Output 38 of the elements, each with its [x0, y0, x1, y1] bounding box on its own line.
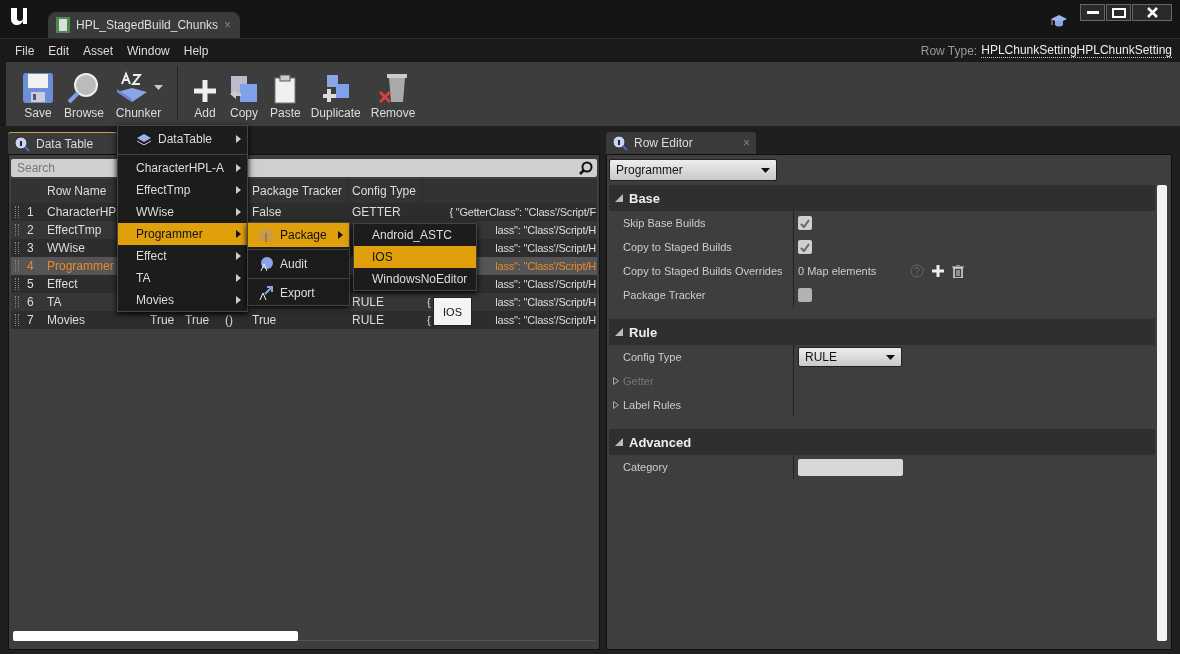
table-cell-text: lass": "Class'/Script/H: [494, 242, 596, 254]
table-cell-text: lass": "Class'/Script/H: [494, 260, 596, 272]
table-cell-text: lass": "Class'/Script/H: [494, 314, 596, 326]
table-cell: {: [427, 296, 431, 308]
table-cell-text: lass": "Class'/Script/H: [494, 224, 596, 236]
row-number: 7: [26, 313, 35, 327]
row-number: 5: [26, 277, 35, 291]
row-number: 3: [26, 241, 35, 255]
table-cell-text: RULE: [351, 295, 385, 309]
row-number: 1: [26, 205, 35, 219]
property-label: Copy to Staged Builds: [622, 241, 733, 253]
map-count: 0 Map elements: [798, 265, 878, 277]
table-cell-text: True: [149, 313, 176, 327]
property-label: Copy to Staged Builds Overrides: [622, 265, 784, 277]
table-cell-text: { "GetterClass": "Class'/Script/F: [448, 206, 596, 218]
table-cell-text: True: [251, 313, 278, 327]
table-cell-text: RULE: [351, 313, 385, 327]
table-cell-text: lass": "Class'/Script/H: [494, 296, 596, 308]
row-number: 6: [26, 295, 35, 309]
table-cell-text: lass": "Class'/Script/H: [494, 278, 596, 290]
row-number: 4: [26, 259, 35, 273]
property-label: Category: [622, 461, 669, 473]
table-cell: {: [427, 314, 431, 326]
tooltip: IOS: [433, 297, 472, 326]
row-name: WWise: [46, 241, 86, 255]
table-cell-text: (): [224, 313, 234, 327]
property-label: Skip Base Builds: [622, 217, 707, 229]
tab-label: Data Table: [36, 136, 94, 151]
table-cell-text: GETTER: [351, 205, 402, 219]
property-label: Package Tracker: [622, 289, 707, 301]
row-type-label: Row Type:: [920, 43, 978, 58]
property-label: Config Type: [622, 351, 683, 363]
table-cell-text: True: [184, 313, 211, 327]
row-number: 2: [26, 223, 35, 237]
tab-label: Row Editor: [634, 136, 693, 150]
table-cell-text: False: [251, 205, 283, 219]
row-name: Movies: [46, 313, 86, 327]
row-name: Programmer: [46, 259, 115, 273]
